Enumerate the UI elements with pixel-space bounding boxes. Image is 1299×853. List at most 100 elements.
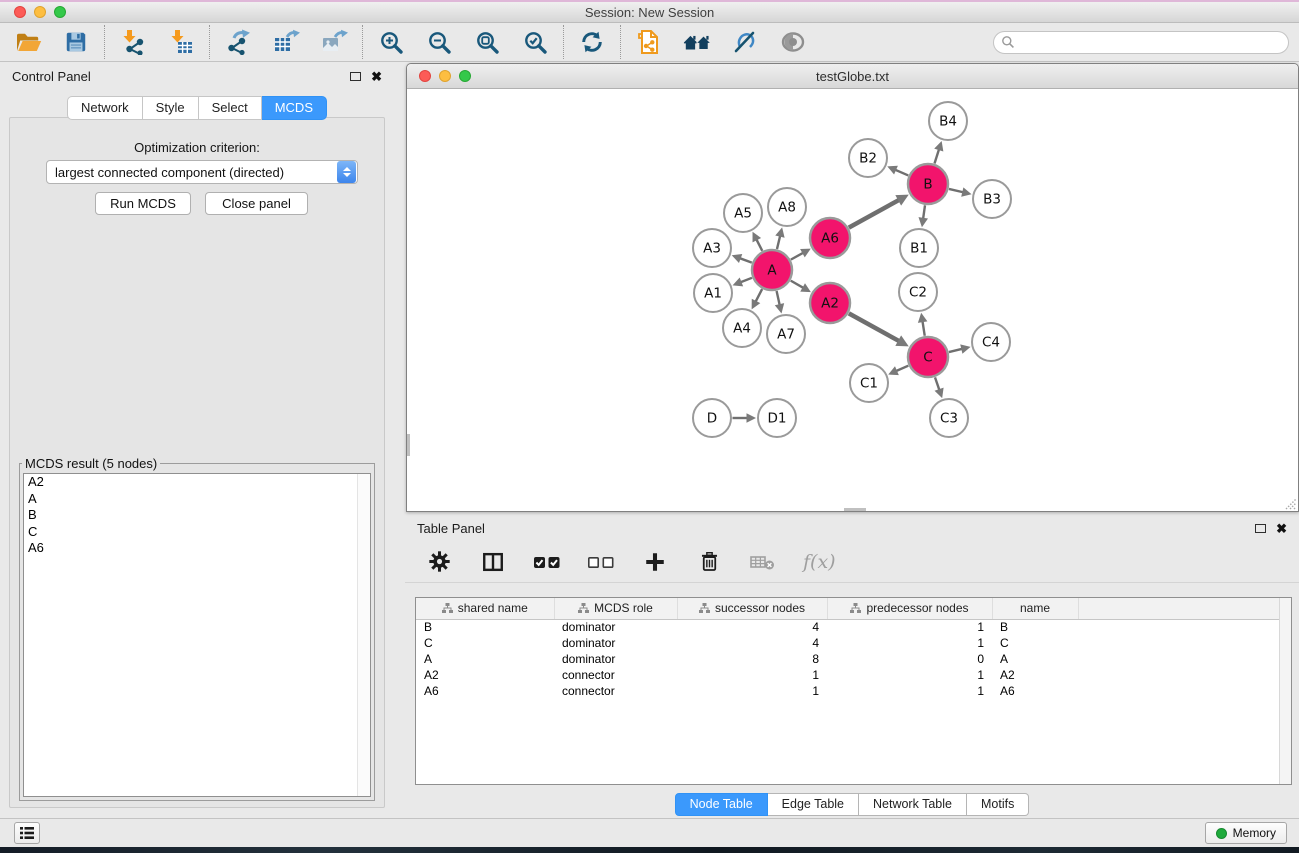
graph-edge[interactable] xyxy=(791,252,804,259)
tab-edge-table[interactable]: Edge Table xyxy=(768,793,859,816)
column-header-predecessor-nodes[interactable]: predecessor nodes xyxy=(827,598,992,619)
hide-graphics-details-icon[interactable] xyxy=(731,28,759,56)
column-header-MCDS-role[interactable]: MCDS role xyxy=(554,598,677,619)
table-cell[interactable]: 4 xyxy=(677,619,827,635)
table-cell[interactable]: A xyxy=(416,651,554,667)
tab-motifs[interactable]: Motifs xyxy=(967,793,1029,816)
tab-network[interactable]: Network xyxy=(67,96,143,120)
result-list-scrollbar[interactable] xyxy=(357,474,370,796)
export-table-icon[interactable] xyxy=(272,28,300,56)
tab-select[interactable]: Select xyxy=(199,96,262,120)
table-cell[interactable]: A2 xyxy=(992,667,1078,683)
table-cell[interactable]: A2 xyxy=(416,667,554,683)
table-cell[interactable]: B xyxy=(992,619,1078,635)
table-cell[interactable]: C xyxy=(992,635,1078,651)
column-view-icon[interactable] xyxy=(479,548,507,576)
close-table-panel-icon[interactable]: ✖ xyxy=(1276,522,1287,535)
delete-column-trash-icon[interactable] xyxy=(695,548,723,576)
table-row[interactable]: Cdominator41C xyxy=(416,635,1291,651)
table-cell[interactable]: connector xyxy=(554,667,677,683)
memory-button[interactable]: Memory xyxy=(1205,822,1287,844)
table-cell[interactable]: connector xyxy=(554,683,677,699)
graph-edge[interactable] xyxy=(849,199,900,227)
table-cell[interactable]: 1 xyxy=(827,635,992,651)
table-cell[interactable]: 0 xyxy=(827,651,992,667)
column-header-name[interactable]: name xyxy=(992,598,1078,619)
select-all-checkboxes-icon[interactable] xyxy=(533,548,561,576)
table-cell[interactable]: dominator xyxy=(554,651,677,667)
tab-node-table[interactable]: Node Table xyxy=(675,793,768,816)
refresh-icon[interactable] xyxy=(578,28,606,56)
table-cell[interactable]: 4 xyxy=(677,635,827,651)
table-scrollbar[interactable] xyxy=(1279,598,1291,784)
open-session-icon[interactable] xyxy=(14,28,42,56)
export-image-icon[interactable] xyxy=(320,28,348,56)
table-cell[interactable]: 1 xyxy=(827,667,992,683)
zoom-out-icon[interactable] xyxy=(425,28,453,56)
network-window-titlebar[interactable]: testGlobe.txt xyxy=(407,64,1298,89)
graph-edge[interactable] xyxy=(895,366,908,372)
import-table-icon[interactable] xyxy=(167,28,195,56)
mcds-result-item[interactable]: A xyxy=(24,491,370,508)
run-mcds-button[interactable]: Run MCDS xyxy=(95,192,191,215)
save-session-icon[interactable] xyxy=(62,28,90,56)
float-panel-icon[interactable] xyxy=(350,72,361,81)
zoom-selected-icon[interactable] xyxy=(521,28,549,56)
graph-edge[interactable] xyxy=(755,289,762,303)
add-column-icon[interactable] xyxy=(641,548,669,576)
graph-edge[interactable] xyxy=(935,148,940,163)
table-cell[interactable]: 8 xyxy=(677,651,827,667)
mcds-result-item[interactable]: A6 xyxy=(24,540,370,557)
node-table-grid[interactable]: shared nameMCDS rolesuccessor nodesprede… xyxy=(416,598,1291,699)
deselect-all-checkboxes-icon[interactable] xyxy=(587,548,615,576)
import-network-icon[interactable] xyxy=(119,28,147,56)
zoom-fit-icon[interactable] xyxy=(473,28,501,56)
resize-grip-icon[interactable] xyxy=(1283,496,1297,510)
table-cell[interactable]: dominator xyxy=(554,635,677,651)
eye-icon[interactable] xyxy=(779,28,807,56)
graph-edge[interactable] xyxy=(756,238,762,250)
graph-edge[interactable] xyxy=(923,205,925,219)
column-header-shared-name[interactable]: shared name xyxy=(416,598,554,619)
mcds-result-list[interactable]: A2ABCA6 xyxy=(23,473,371,797)
graph-edge[interactable] xyxy=(949,189,964,193)
close-panel-icon[interactable]: ✖ xyxy=(371,70,382,83)
graph-edge[interactable] xyxy=(777,291,780,306)
mcds-result-item[interactable]: B xyxy=(24,507,370,524)
tab-mcds[interactable]: MCDS xyxy=(262,96,327,120)
network-document-icon[interactable] xyxy=(635,28,663,56)
vertical-scroll-thumb[interactable] xyxy=(407,434,410,456)
table-row[interactable]: Bdominator41B xyxy=(416,619,1291,635)
table-cell[interactable]: C xyxy=(416,635,554,651)
table-cell[interactable]: 1 xyxy=(677,683,827,699)
zoom-in-icon[interactable] xyxy=(377,28,405,56)
table-cell[interactable]: B xyxy=(416,619,554,635)
graph-edge[interactable] xyxy=(935,377,940,391)
horizontal-scroll-thumb[interactable] xyxy=(844,508,866,511)
task-history-button[interactable] xyxy=(14,822,40,844)
table-cell[interactable]: A6 xyxy=(992,683,1078,699)
graph-edge[interactable] xyxy=(791,281,805,289)
float-table-panel-icon[interactable] xyxy=(1255,524,1266,533)
table-cell[interactable]: 1 xyxy=(827,619,992,635)
search-input[interactable] xyxy=(993,31,1289,54)
graph-edge[interactable] xyxy=(894,169,908,175)
graph-edge[interactable] xyxy=(922,320,924,336)
houses-icon[interactable] xyxy=(683,28,711,56)
export-network-icon[interactable] xyxy=(224,28,252,56)
mcds-result-item[interactable]: A2 xyxy=(24,474,370,491)
table-settings-gear-icon[interactable] xyxy=(425,548,453,576)
table-cell[interactable]: 1 xyxy=(677,667,827,683)
network-canvas[interactable]: B4B2BB3A5A8A6B1A3AA1C2A2A4A7C4CC1C3DD1 xyxy=(407,89,1298,511)
table-cell[interactable]: A xyxy=(992,651,1078,667)
table-row[interactable]: Adominator80A xyxy=(416,651,1291,667)
graph-edge[interactable] xyxy=(949,349,963,352)
tab-network-table[interactable]: Network Table xyxy=(859,793,967,816)
mcds-result-item[interactable]: C xyxy=(24,524,370,541)
column-header-successor-nodes[interactable]: successor nodes xyxy=(677,598,827,619)
table-row[interactable]: A2connector11A2 xyxy=(416,667,1291,683)
tab-style[interactable]: Style xyxy=(143,96,199,120)
table-cell[interactable]: A6 xyxy=(416,683,554,699)
table-cell[interactable]: 1 xyxy=(827,683,992,699)
optimization-criterion-select[interactable]: largest connected component (directed) xyxy=(46,160,358,184)
